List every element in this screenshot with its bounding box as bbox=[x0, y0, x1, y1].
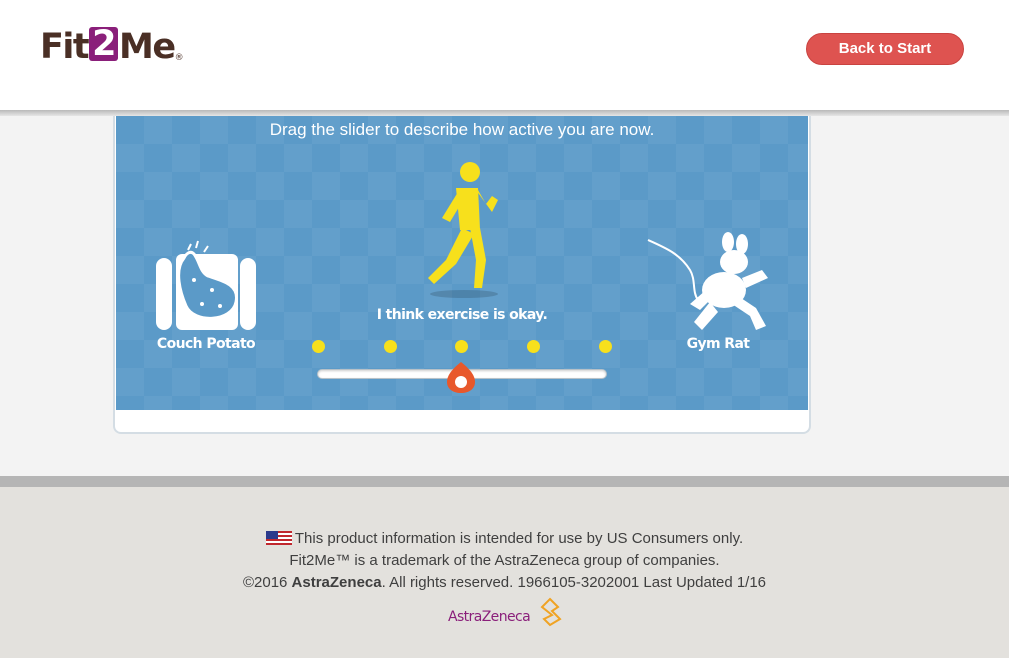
gym-rat-icon bbox=[647, 232, 768, 330]
logo-text-fit: Fit bbox=[40, 27, 90, 67]
slider-instruction: Drag the slider to describe how active y… bbox=[269, 120, 655, 139]
astrazeneca-logo[interactable]: AstraZeneca bbox=[448, 597, 568, 631]
copyright-notice: ©2016 AstraZeneca. All rights reserved. … bbox=[0, 573, 1009, 593]
slider-step-3[interactable] bbox=[455, 340, 468, 353]
activity-panel: Drag the slider to describe how active y… bbox=[116, 116, 808, 410]
astrazeneca-mark-icon bbox=[540, 597, 562, 627]
logo-registered-mark: ® bbox=[174, 53, 184, 63]
back-to-start-button[interactable]: Back to Start bbox=[806, 33, 964, 65]
copyright-brand: AstraZeneca bbox=[291, 574, 382, 591]
couch-potato-icon bbox=[156, 240, 256, 330]
current-activity-label: I think exercise is okay. bbox=[376, 307, 548, 323]
astrazeneca-logo-text: AstraZeneca bbox=[448, 609, 531, 625]
walking-person-icon bbox=[428, 162, 498, 298]
logo-text-2: 2 bbox=[89, 27, 118, 62]
copyright-year: ©2016 bbox=[242, 574, 292, 591]
trademark-notice: Fit2Me™ is a trademark of the AstraZenec… bbox=[289, 552, 720, 569]
slider-handle[interactable] bbox=[445, 360, 477, 394]
site-footer: This product information is intended for… bbox=[0, 487, 1009, 658]
slider-step-4[interactable] bbox=[527, 340, 540, 353]
couch-potato-label: Couch Potato bbox=[156, 336, 256, 352]
logo-text-me: Me bbox=[119, 27, 176, 67]
fit2me-logo[interactable]: Fit 2 Me® bbox=[40, 27, 184, 68]
copyright-details: . All rights reserved. 1966105-3202001 L… bbox=[381, 574, 767, 591]
us-consumers-text: This product information is intended for… bbox=[294, 530, 744, 547]
gym-rat-label: Gym Rat bbox=[686, 336, 750, 352]
slider-step-2[interactable] bbox=[384, 340, 397, 353]
us-flag-icon bbox=[265, 531, 292, 545]
slider-step-5[interactable] bbox=[599, 340, 612, 353]
footer-divider bbox=[0, 476, 1009, 487]
us-consumers-notice: This product information is intended for… bbox=[0, 529, 1009, 549]
site-header: Fit 2 Me® Back to Start bbox=[0, 0, 1009, 110]
slider-step-1[interactable] bbox=[312, 340, 325, 353]
